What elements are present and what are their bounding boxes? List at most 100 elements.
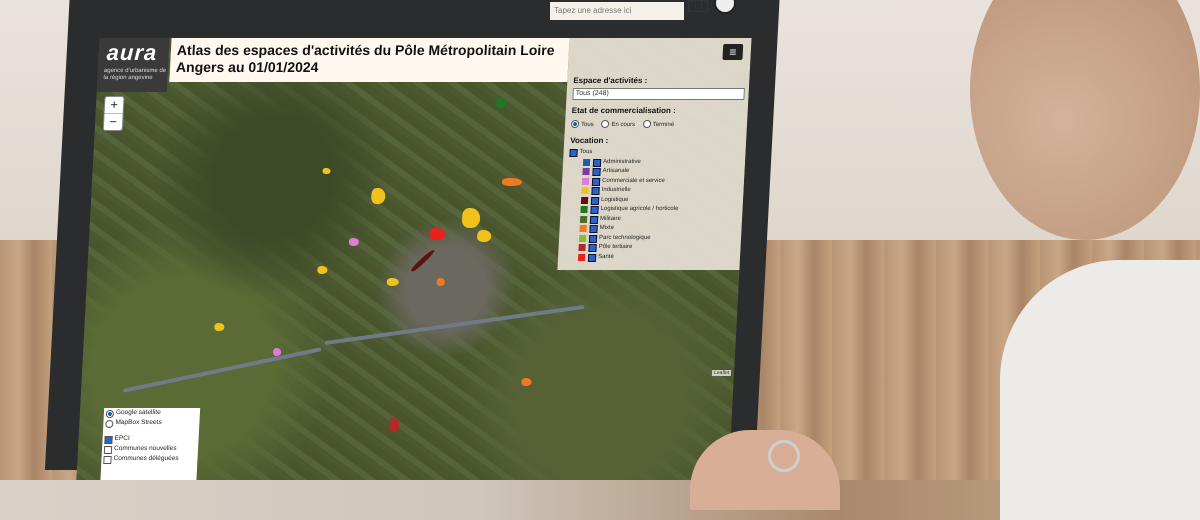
vocation-label: Artisanale	[602, 168, 630, 174]
river	[122, 347, 322, 393]
vocation-color-swatch	[579, 215, 588, 223]
zone-marker[interactable]	[501, 178, 523, 186]
logo-text: aura	[106, 40, 158, 65]
checkbox-icon	[588, 234, 598, 243]
aura-logo: aura agence d'urbanisme de la région ang…	[96, 38, 170, 92]
ring	[768, 440, 800, 472]
vocation-all-label: Tous	[579, 149, 593, 155]
vocation-row[interactable]: Logistique	[567, 196, 737, 206]
vocation-color-swatch	[581, 177, 590, 185]
zone-marker[interactable]	[436, 278, 446, 286]
vocation-color-swatch	[580, 206, 588, 213]
zoom-out-button[interactable]: −	[104, 114, 123, 130]
layer-label: Communes nouvelles	[113, 445, 177, 452]
layer-epci[interactable]: EPCI	[102, 434, 199, 444]
zone-marker[interactable]	[386, 278, 400, 286]
vocation-label: Militaire	[599, 215, 621, 222]
vocation-row[interactable]: Industrielle	[567, 186, 737, 196]
layer-mapbox-streets[interactable]: MapBox Streets	[103, 418, 200, 428]
vocation-label: Logistique	[600, 196, 629, 203]
vocation-row[interactable]: Administrative	[569, 158, 739, 168]
zone-marker[interactable]	[495, 98, 507, 108]
logo-subtitle: agence d'urbanisme de la région angevine	[103, 68, 167, 81]
vocation-label: Vocation :	[569, 136, 609, 145]
radio-icon	[105, 410, 115, 418]
etat-option-tous[interactable]: Tous	[570, 120, 594, 128]
checkbox-icon	[592, 158, 602, 167]
address-search-input[interactable]: Tapez une adresse ici	[550, 2, 684, 20]
zoom-control: + −	[102, 96, 125, 131]
espace-select[interactable]: Tous (248)	[572, 88, 745, 100]
vocation-color-swatch	[577, 253, 586, 261]
checkbox-icon	[591, 177, 601, 186]
zone-marker[interactable]	[348, 238, 360, 246]
vocation-all-row[interactable]: Tous	[569, 148, 739, 158]
zone-marker[interactable]	[476, 230, 492, 242]
zone-marker[interactable]	[461, 208, 481, 228]
hamburger-menu-icon[interactable]: ≡	[722, 44, 744, 60]
vocation-row[interactable]: Pôle tertiaire	[564, 243, 734, 253]
checkbox-icon	[591, 187, 600, 195]
zone-marker[interactable]	[214, 323, 225, 331]
zoom-in-button[interactable]: +	[104, 97, 124, 114]
vocation-row[interactable]: Parc technologique	[565, 234, 735, 244]
zone-marker[interactable]	[388, 418, 400, 432]
vocation-color-swatch	[581, 187, 589, 194]
layer-communes-deleguees[interactable]: Communes déléguées	[101, 454, 198, 464]
vocation-color-swatch	[582, 158, 591, 166]
filter-panel: Espace d'activités : Tous (248) Etat de …	[557, 38, 752, 270]
zone-marker[interactable]	[317, 266, 328, 274]
vocation-label: Santé	[597, 253, 614, 260]
vocation-label: Commerciale et service	[601, 177, 665, 184]
vocation-row[interactable]: Mixte	[565, 224, 735, 234]
radio-icon	[570, 120, 580, 128]
vocation-color-swatch	[579, 225, 587, 232]
checkbox-icon	[569, 149, 578, 157]
vocation-label: Administrative	[602, 158, 641, 165]
zone-marker[interactable]	[322, 168, 331, 174]
person-shoulder	[1000, 260, 1200, 520]
zone-marker[interactable]	[410, 248, 436, 273]
vocation-row[interactable]: Commerciale et service	[568, 177, 738, 187]
layer-google-satellite[interactable]: Google satellite	[104, 408, 201, 418]
zone-marker[interactable]	[428, 228, 446, 240]
checkbox-icon	[588, 244, 597, 252]
vocation-label: Pôle tertiaire	[598, 244, 633, 250]
vocation-row[interactable]: Logistique agricole / horticole	[566, 205, 736, 215]
zone-marker[interactable]	[370, 188, 386, 204]
layer-control: Google satellite MapBox Streets EPCI Com…	[100, 408, 201, 480]
layer-label: Google satellite	[115, 409, 161, 416]
vocation-label: Industrielle	[601, 187, 631, 193]
vocation-color-swatch	[582, 168, 590, 175]
checkbox-icon	[590, 196, 600, 205]
vocation-color-swatch	[580, 196, 589, 204]
checkbox-icon	[592, 168, 601, 176]
title-box: Atlas des espaces d'activités du Pôle Mé…	[169, 38, 570, 82]
layer-label: EPCI	[114, 435, 130, 442]
etat-option-en-cours[interactable]: En cours	[601, 120, 635, 128]
checkbox-icon	[589, 215, 599, 224]
vocation-color-swatch	[578, 234, 587, 242]
checkbox-icon	[103, 456, 112, 464]
zone-marker[interactable]	[521, 378, 532, 386]
layer-communes-nouvelles[interactable]: Communes nouvelles	[102, 444, 199, 454]
checkbox-icon	[103, 446, 113, 454]
vocation-row[interactable]: Santé	[564, 253, 734, 263]
layer-label: Communes déléguées	[113, 455, 179, 462]
etat-option-termine[interactable]: Terminé	[642, 120, 674, 128]
vocation-color-swatch	[578, 244, 586, 251]
checkbox-icon	[590, 206, 599, 214]
leaflet-attribution[interactable]: Leaflet	[711, 370, 732, 376]
vocation-row[interactable]: Artisanale	[568, 167, 738, 177]
checkbox-icon	[587, 253, 597, 262]
vocation-label: Mixte	[599, 225, 615, 231]
etat-label: Etat de commercialisation :	[571, 106, 677, 115]
vocation-label: Logistique agricole / horticole	[600, 206, 679, 212]
espace-label: Espace d'activités :	[573, 76, 648, 85]
etat-radio-group: Tous En cours Terminé	[570, 120, 680, 128]
radio-icon	[601, 120, 610, 128]
checkbox-icon	[589, 225, 598, 233]
radio-icon	[642, 120, 652, 128]
vocation-row[interactable]: Militaire	[566, 215, 736, 225]
grid-icon[interactable]	[688, 0, 708, 12]
